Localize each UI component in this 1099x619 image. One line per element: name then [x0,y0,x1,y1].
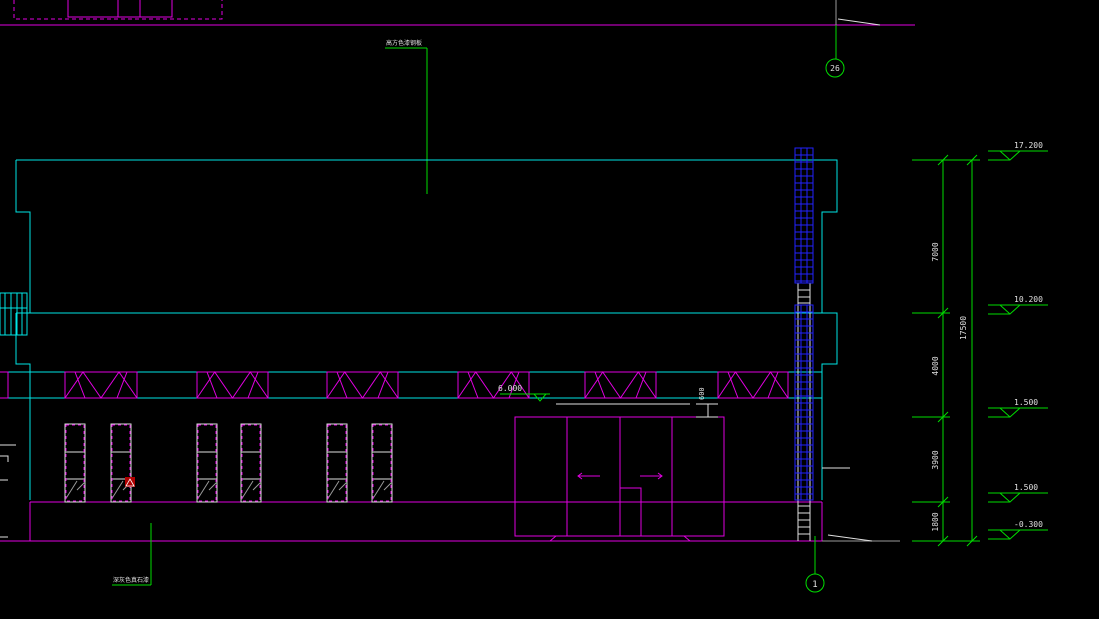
door-head-dimension: 600 [696,387,718,418]
elevation-marker-1: 17.200 [988,141,1048,161]
door-level-marker: 6.000 [498,384,690,405]
arrow-right-icon [640,472,663,480]
dim-total: 17500 [959,316,968,340]
bottom-leader-note: 深灰色真石漆 [112,523,152,586]
dimension-chain [912,154,980,547]
door-head-dim-text: 600 [698,387,706,400]
truss-6 [717,371,789,399]
top-note-text: 高方色漆钢板 [386,39,422,47]
top-leader-note: 高方色漆钢板 [385,39,428,194]
elevation-value: -0.300 [1014,520,1043,529]
upper-volume-outline [0,159,838,500]
elevation-marker-4: 1.500 [988,483,1048,503]
elevation-marker-5: -0.300 [988,520,1048,540]
warning-sign-icon [125,477,135,487]
entrance-door-block [514,416,725,542]
dimension-labels: 7000 4000 3900 1800 17500 [931,242,968,531]
grid-bubble-top: 26 [825,25,845,78]
elevation-marker-2: 10.200 [988,295,1048,315]
bottom-note-text: 深灰色真石漆 [113,576,149,584]
elevation-markers: 17.200 10.200 1.500 1.500 -0.300 [988,141,1048,540]
elevation-marker-3: 1.500 [988,398,1048,418]
window-2 [110,423,132,503]
grid-bubble-bottom-label: 1 [812,580,817,590]
dim-segment-4: 1800 [931,512,940,531]
dim-segment-3: 3900 [931,450,940,469]
window-6 [371,423,393,503]
window-5 [326,423,348,503]
window-3 [196,423,218,503]
elevation-value: 10.200 [1014,295,1043,304]
dim-segment-1: 7000 [931,242,940,261]
plinth [0,444,900,542]
door-level-text: 6.000 [498,384,522,393]
truss-2 [196,371,269,399]
truss-1 [64,371,138,399]
arrow-left-icon [577,472,600,480]
truss-3 [326,371,399,399]
cad-elevation-drawing: 26 高方色漆钢板 6.000 600 1 深灰色真石漆 7000 4000 3… [0,0,1048,593]
window-1 [64,423,86,503]
window-4 [240,423,262,503]
grid-bubble-bottom: 1 [805,536,825,593]
elevation-value: 1.500 [1014,398,1038,407]
truss-band-left-edge [0,371,9,399]
top-fragment [0,0,915,26]
window-group [64,423,393,503]
grid-bubble-top-label: 26 [830,64,840,73]
dim-segment-2: 4000 [931,356,940,375]
elevation-value: 1.500 [1014,483,1038,492]
elevation-value: 17.200 [1014,141,1043,150]
left-stair-fragment [0,292,28,336]
truss-band [64,371,789,399]
truss-5 [584,371,657,399]
